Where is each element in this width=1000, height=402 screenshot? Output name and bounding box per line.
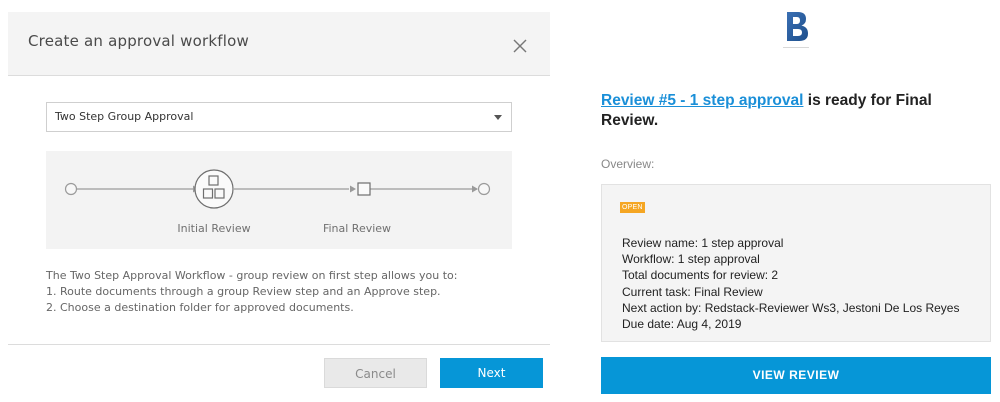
detail-total-documents: Total documents for review: 2	[622, 268, 779, 283]
next-button[interactable]: Next	[440, 358, 543, 388]
status-badge: OPEN	[620, 202, 645, 213]
email-headline: Review #5 - 1 step approval is ready for…	[601, 91, 981, 131]
review-details: Review name: 1 step approval Workflow: 1…	[622, 235, 959, 332]
detail-next-action: Next action by: Redstack-Reviewer Ws3, J…	[622, 300, 960, 315]
overview-label: Overview:	[601, 157, 655, 171]
description-line: 1. Route documents through a group Revie…	[46, 285, 441, 298]
detail-review-name: Review name: 1 step approval	[622, 236, 784, 250]
approval-workflow-dialog: Create an approval workflow Two Step Gro…	[8, 12, 550, 402]
detail-workflow: Workflow: 1 step approval	[622, 252, 760, 267]
dialog-header: Create an approval workflow	[8, 12, 550, 76]
close-icon[interactable]	[508, 34, 532, 58]
chevron-down-icon	[494, 115, 502, 120]
review-summary-card: OPEN Review name: 1 step approval Workfl…	[601, 184, 991, 342]
b-logo-icon	[783, 6, 811, 46]
cancel-button[interactable]: Cancel	[324, 358, 427, 388]
dialog-title: Create an approval workflow	[28, 32, 249, 50]
workflow-diagram: Initial Review Final Review	[46, 151, 512, 249]
review-link[interactable]: Review #5 - 1 step approval	[601, 92, 803, 109]
workflow-description: The Two Step Approval Workflow - group r…	[46, 268, 526, 316]
view-review-button[interactable]: VIEW REVIEW	[601, 357, 991, 394]
step-label-initial-review: Initial Review	[177, 222, 251, 235]
workflow-select[interactable]: Two Step Group Approval	[46, 102, 512, 132]
description-line: 2. Choose a destination folder for appro…	[46, 301, 354, 314]
detail-current-task: Current task: Final Review	[622, 284, 763, 299]
logo-underline	[783, 47, 809, 48]
divider	[8, 344, 550, 345]
step-label-final-review: Final Review	[322, 222, 392, 235]
description-line: The Two Step Approval Workflow - group r…	[46, 269, 458, 282]
workflow-select-value: Two Step Group Approval	[55, 110, 194, 123]
detail-due-date: Due date: Aug 4, 2019	[622, 317, 742, 332]
workflow-diagram-graphic	[64, 169, 491, 209]
